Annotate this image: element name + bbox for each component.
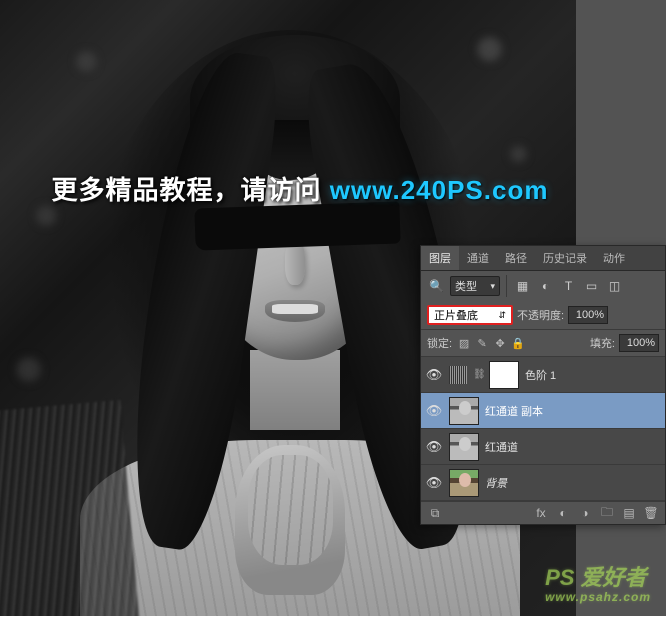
filter-pixel-icon[interactable]: ▦ bbox=[513, 278, 532, 295]
trash-icon[interactable]: 🗑 bbox=[643, 505, 659, 521]
layer-thumbnail[interactable] bbox=[449, 469, 479, 497]
kind-filter-label: 类型 bbox=[455, 278, 477, 294]
filter-smart-icon[interactable]: ◫ bbox=[605, 278, 624, 295]
layer-thumbnail[interactable] bbox=[449, 433, 479, 461]
blend-mode-select[interactable]: 正片叠底 ⇵ bbox=[427, 305, 513, 325]
tab-history[interactable]: 历史记录 bbox=[535, 246, 595, 270]
tab-paths[interactable]: 路径 bbox=[497, 246, 535, 270]
overlay-caption: 更多精品教程，请访问 www.240PS.com bbox=[50, 170, 550, 207]
layer-name[interactable]: 红通道 副本 bbox=[485, 403, 543, 419]
foreground-wheat bbox=[0, 400, 139, 616]
search-icon[interactable]: 🔍 bbox=[427, 278, 446, 295]
chevron-updown-icon: ⇵ bbox=[498, 310, 506, 321]
fill-input[interactable]: 100% bbox=[619, 334, 659, 352]
tab-actions[interactable]: 动作 bbox=[595, 246, 633, 270]
panel-footer: ⧉ fx ◐ ◑ 🗀 ▤ 🗑 bbox=[421, 501, 665, 524]
layer-row[interactable]: 👁 背景 bbox=[421, 465, 665, 501]
blend-row: 正片叠底 ⇵ 不透明度: 100% bbox=[421, 301, 665, 329]
lock-all-icon[interactable]: 🔒 bbox=[510, 335, 526, 351]
layer-name[interactable]: 背景 bbox=[485, 475, 507, 491]
lock-label: 锁定: bbox=[427, 335, 452, 351]
link-layers-icon[interactable]: ⧉ bbox=[427, 505, 443, 521]
kind-filter-select[interactable]: 类型 ▾ bbox=[450, 276, 500, 296]
lock-pixels-icon[interactable]: ✎ bbox=[474, 335, 490, 351]
layer-name[interactable]: 色阶 1 bbox=[525, 367, 556, 383]
fingers bbox=[248, 455, 333, 565]
opacity-label: 不透明度: bbox=[517, 307, 564, 323]
new-layer-icon[interactable]: ▤ bbox=[621, 505, 637, 521]
filter-adjustment-icon[interactable]: ◐ bbox=[536, 278, 555, 295]
layer-row[interactable]: 👁 红通道 副本 bbox=[421, 393, 665, 429]
watermark: PS 爱好者 www.psahz.com bbox=[545, 560, 651, 604]
layer-row[interactable]: 👁 ⛓ 色阶 1 bbox=[421, 357, 665, 393]
footer-icons: fx ◐ ◑ 🗀 ▤ 🗑 bbox=[533, 505, 659, 521]
filter-type-icon[interactable]: T bbox=[559, 278, 578, 295]
teeth bbox=[272, 304, 318, 314]
lock-position-icon[interactable]: ✥ bbox=[492, 335, 508, 351]
visibility-toggle-icon[interactable]: 👁 bbox=[425, 366, 443, 384]
layers-panel: 图层 通道 路径 历史记录 动作 🔍 类型 ▾ ▦ ◐ T ▭ ◫ 正片叠底 ⇵… bbox=[420, 245, 666, 525]
lock-transparency-icon[interactable]: ▨ bbox=[456, 335, 472, 351]
neck bbox=[250, 350, 340, 430]
filter-shape-icon[interactable]: ▭ bbox=[582, 278, 601, 295]
fx-icon[interactable]: fx bbox=[533, 505, 549, 521]
watermark-brand: PS 爱好者 bbox=[545, 565, 646, 590]
tab-channels[interactable]: 通道 bbox=[459, 246, 497, 270]
mask-thumbnail[interactable] bbox=[489, 361, 519, 389]
watermark-site: www.psahz.com bbox=[545, 590, 651, 604]
tab-layers[interactable]: 图层 bbox=[421, 246, 459, 270]
visibility-toggle-icon[interactable]: 👁 bbox=[425, 474, 443, 492]
overlay-text-cn: 更多精品教程，请访问 bbox=[52, 175, 330, 205]
lock-icons: ▨ ✎ ✥ 🔒 bbox=[456, 335, 526, 351]
divider bbox=[506, 275, 507, 297]
layer-row[interactable]: 👁 红通道 bbox=[421, 429, 665, 465]
mask-icon[interactable]: ◐ bbox=[555, 505, 571, 521]
layer-thumbnail[interactable] bbox=[449, 397, 479, 425]
lock-row: 锁定: ▨ ✎ ✥ 🔒 填充: 100% bbox=[421, 329, 665, 357]
opacity-input[interactable]: 100% bbox=[568, 306, 608, 324]
group-icon[interactable]: 🗀 bbox=[599, 505, 615, 521]
adjustment-icon[interactable]: ◑ bbox=[577, 505, 593, 521]
levels-icon bbox=[449, 366, 467, 384]
visibility-toggle-icon[interactable]: 👁 bbox=[425, 438, 443, 456]
visibility-toggle-icon[interactable]: 👁 bbox=[425, 402, 443, 420]
overlay-url: www.240PS.com bbox=[330, 175, 549, 205]
link-icon: ⛓ bbox=[473, 369, 483, 380]
eye-censor-bar bbox=[194, 201, 400, 250]
filter-row: 🔍 类型 ▾ ▦ ◐ T ▭ ◫ bbox=[421, 271, 665, 301]
layer-name[interactable]: 红通道 bbox=[485, 439, 518, 455]
panel-tabs: 图层 通道 路径 历史记录 动作 bbox=[421, 246, 665, 271]
chevron-down-icon: ▾ bbox=[490, 281, 495, 292]
layers-list: 👁 ⛓ 色阶 1 👁 红通道 副本 👁 红通道 👁 背景 bbox=[421, 357, 665, 501]
blend-mode-value: 正片叠底 bbox=[434, 307, 478, 323]
fill-label: 填充: bbox=[590, 335, 615, 351]
